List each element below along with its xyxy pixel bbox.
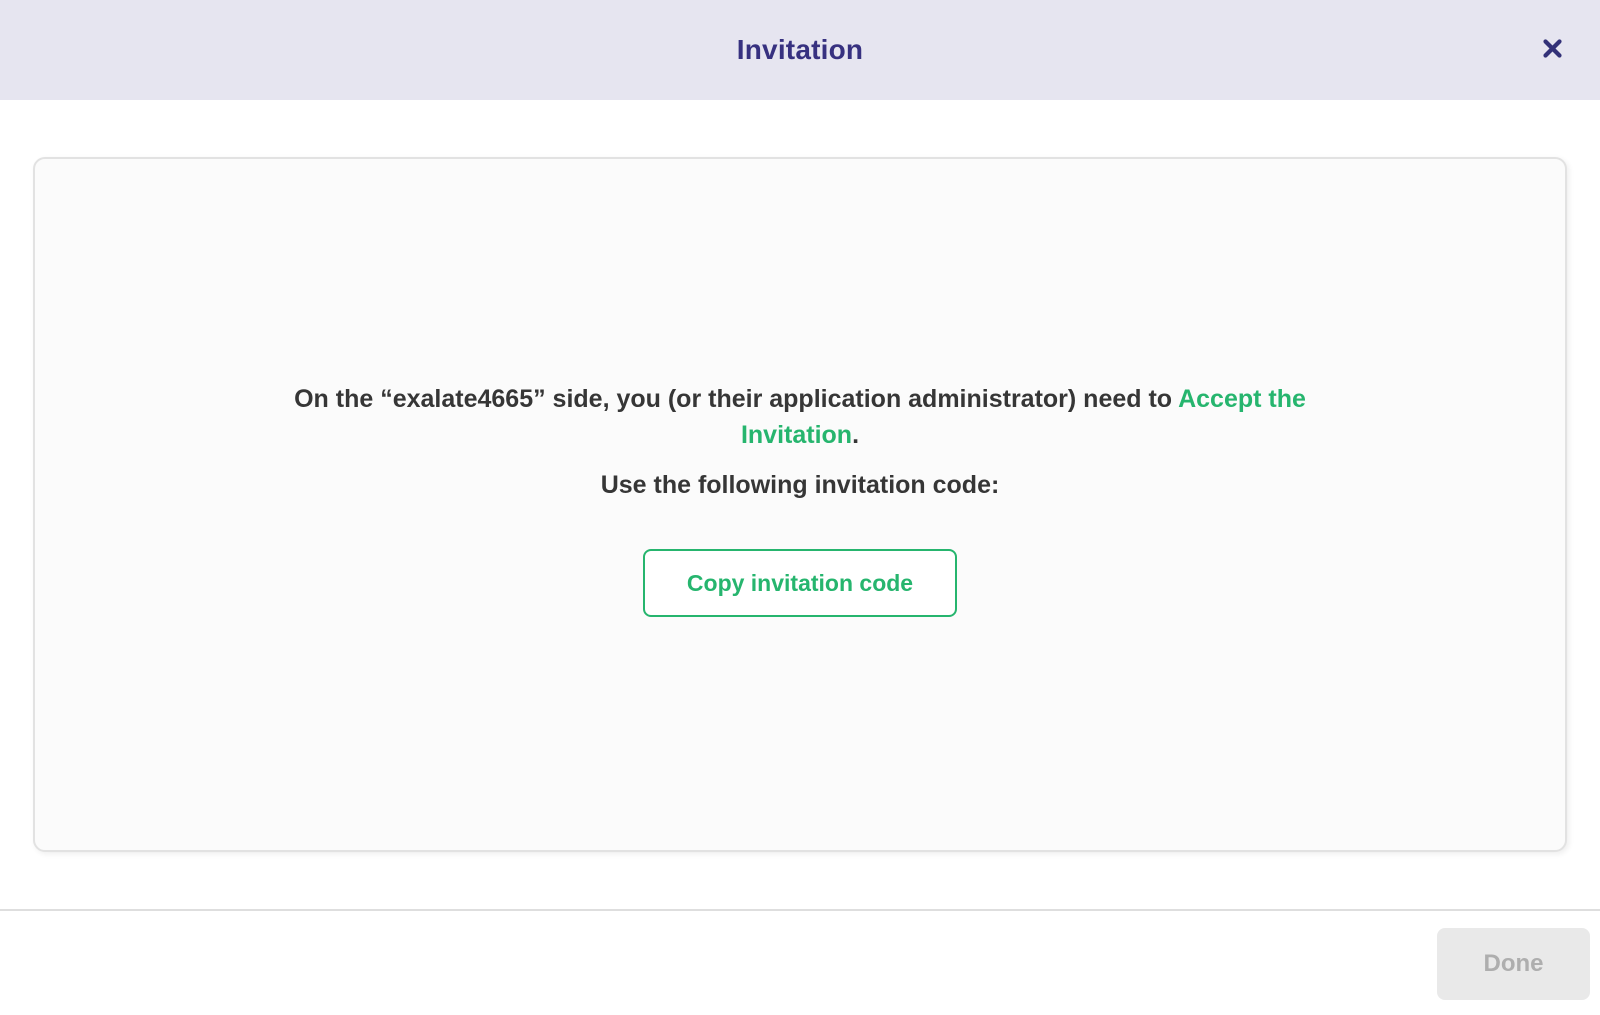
invitation-card: On the “exalate4665” side, you (or their… bbox=[33, 157, 1567, 852]
message-text-before: On the “exalate4665” side, you (or their… bbox=[294, 385, 1178, 413]
dialog-header: Invitation bbox=[0, 0, 1600, 100]
done-button[interactable]: Done bbox=[1437, 928, 1590, 1000]
close-button[interactable] bbox=[1532, 28, 1572, 68]
accept-link-line1: Accept the bbox=[1178, 385, 1306, 413]
invitation-code-instruction: Use the following invitation code: bbox=[35, 467, 1565, 503]
invitation-message: On the “exalate4665” side, you (or their… bbox=[150, 381, 1450, 453]
dialog-footer: Done bbox=[0, 909, 1600, 1015]
copy-invitation-code-button[interactable]: Copy invitation code bbox=[643, 549, 957, 617]
close-icon bbox=[1542, 38, 1563, 59]
dialog-title: Invitation bbox=[737, 34, 863, 66]
message-text-after: . bbox=[852, 421, 859, 449]
accept-link-line2: Invitation bbox=[741, 421, 852, 449]
